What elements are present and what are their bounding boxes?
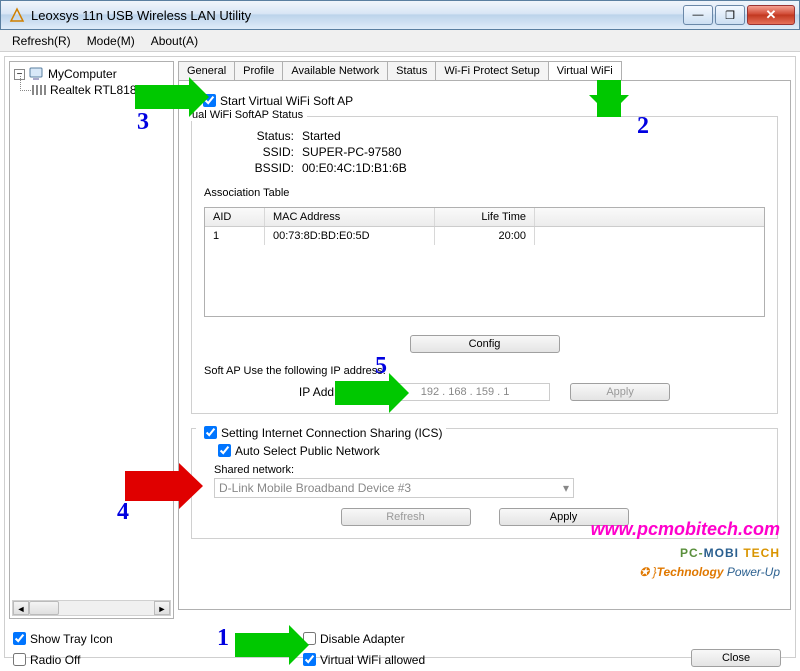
radio-off-label: Radio Off [30, 653, 80, 667]
shared-network-label: Shared network: [214, 464, 765, 476]
ip-address-title: Soft AP Use the following IP address: [204, 365, 765, 377]
annotation-number-3: 3 [137, 109, 149, 136]
table-row[interactable]: 1 00:73:8D:BD:E0:5D 20:00 [205, 227, 764, 245]
col-lifetime[interactable]: Life Time [435, 208, 535, 226]
association-table: AID MAC Address Life Time 1 00:73:8D:BD:… [204, 207, 765, 317]
annotation-arrow-4 [125, 471, 181, 501]
annotation-number-2: 2 [637, 113, 649, 140]
association-table-title: Association Table [204, 187, 765, 199]
device-tree: − MyComputer Realtek RTL818 ◄ ► [9, 61, 174, 619]
annotation-arrow-5 [335, 381, 391, 405]
tree-scrollbar[interactable]: ◄ ► [12, 600, 171, 616]
annotation-number-4: 4 [117, 499, 129, 526]
tab-virtual-wifi[interactable]: Virtual WiFi [548, 61, 622, 80]
maximize-button[interactable]: ❐ [715, 5, 745, 25]
bssid-value: 00:E0:4C:1D:B1:6B [302, 161, 407, 175]
apply-ip-button[interactable]: Apply [570, 383, 670, 401]
menu-bar: Refresh(R) Mode(M) About(A) [0, 30, 800, 52]
tab-wifi-protect-setup[interactable]: Wi-Fi Protect Setup [435, 61, 548, 80]
menu-refresh[interactable]: Refresh(R) [4, 32, 79, 50]
annotation-number-1: 1 [217, 625, 229, 652]
shared-network-value: D-Link Mobile Broadband Device #3 [219, 481, 411, 495]
show-tray-checkbox[interactable] [13, 632, 26, 645]
scroll-thumb[interactable] [29, 601, 59, 615]
cell-aid: 1 [205, 227, 265, 245]
window-title: Leoxsys 11n USB Wireless LAN Utility [31, 8, 681, 23]
auto-select-label: Auto Select Public Network [235, 444, 380, 458]
scroll-right-icon[interactable]: ► [154, 601, 170, 615]
col-mac[interactable]: MAC Address [265, 208, 435, 226]
annotation-arrow-1 [235, 633, 291, 657]
ics-checkbox[interactable] [204, 426, 217, 439]
col-aid[interactable]: AID [205, 208, 265, 226]
status-value: Started [302, 129, 341, 143]
disable-adapter-label: Disable Adapter [320, 632, 405, 646]
tab-bar: General Profile Available Network Status… [178, 61, 791, 80]
config-button[interactable]: Config [410, 335, 560, 353]
menu-about[interactable]: About(A) [143, 32, 206, 50]
start-virtual-wifi-label: Start Virtual WiFi Soft AP [220, 94, 353, 108]
ics-label: Setting Internet Connection Sharing (ICS… [221, 426, 442, 440]
annotation-arrow-3 [135, 85, 191, 109]
shared-network-dropdown[interactable]: D-Link Mobile Broadband Device #3 ▾ [214, 478, 574, 498]
cell-lifetime: 20:00 [435, 227, 535, 245]
window-titlebar: Leoxsys 11n USB Wireless LAN Utility — ❐… [0, 0, 800, 30]
tree-root-label: MyComputer [48, 67, 117, 81]
annotation-number-5: 5 [375, 353, 387, 380]
radio-off-checkbox[interactable] [13, 653, 26, 666]
tab-content: Start Virtual WiFi Soft AP ual WiFi Soft… [178, 80, 791, 610]
annotation-arrow-2 [597, 77, 621, 117]
menu-mode[interactable]: Mode(M) [79, 32, 143, 50]
tree-adapter-label: Realtek RTL818 [50, 83, 137, 97]
ssid-value: SUPER-PC-97580 [302, 145, 401, 159]
bssid-label: BSSID: [204, 161, 294, 175]
watermark: www.pcmobitech.com PC-MOBI TECH ✪ }Techn… [591, 519, 780, 579]
cell-mac: 00:73:8D:BD:E0:5D [265, 227, 435, 245]
scroll-left-icon[interactable]: ◄ [13, 601, 29, 615]
minimize-button[interactable]: — [683, 5, 713, 25]
softap-status-group: ual WiFi SoftAP Status Status:Started SS… [191, 116, 778, 414]
status-label: Status: [204, 129, 294, 143]
show-tray-label: Show Tray Icon [30, 632, 113, 646]
tree-root[interactable]: − MyComputer [12, 66, 171, 82]
watermark-url: www.pcmobitech.com [591, 519, 780, 540]
ssid-label: SSID: [204, 145, 294, 159]
wifi-adapter-icon [32, 85, 46, 95]
auto-select-checkbox[interactable] [218, 444, 231, 457]
main-panel: − MyComputer Realtek RTL818 ◄ ► General … [4, 56, 796, 658]
app-icon [9, 7, 25, 23]
refresh-button[interactable]: Refresh [341, 508, 471, 526]
close-button[interactable]: ✕ [747, 5, 795, 25]
virtual-wifi-allowed-label: Virtual WiFi allowed [320, 653, 425, 667]
tab-status[interactable]: Status [387, 61, 436, 80]
bottom-bar: Show Tray Icon Radio Off Disable Adapter… [9, 619, 791, 671]
tab-available-network[interactable]: Available Network [282, 61, 388, 80]
close-window-button[interactable]: Close [691, 649, 781, 667]
tab-profile[interactable]: Profile [234, 61, 283, 80]
chevron-down-icon: ▾ [563, 481, 569, 495]
